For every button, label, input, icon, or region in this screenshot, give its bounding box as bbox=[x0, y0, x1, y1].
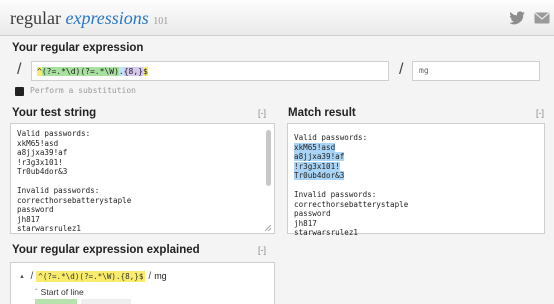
test-line: xkM65!asd bbox=[17, 138, 59, 148]
test-string-textarea[interactable]: Valid passwords: xkM65!asd a8jjxa39!af !… bbox=[10, 123, 275, 234]
resize-grip-icon[interactable] bbox=[263, 223, 272, 232]
match-result-title: Match result bbox=[288, 107, 356, 119]
token-quantifier: {8,} bbox=[123, 67, 143, 76]
match-result-collapse-button[interactable]: [-] bbox=[536, 108, 544, 118]
test-line: Invalid passwords: bbox=[17, 186, 100, 195]
result-line: jh817 bbox=[294, 218, 317, 228]
result-line: correcthorsebatterystaple bbox=[294, 199, 409, 209]
test-line bbox=[17, 177, 131, 187]
token-anchor-end: $ bbox=[142, 67, 148, 76]
result-line-match: xkM65!asd bbox=[294, 142, 408, 153]
test-string-collapse-button[interactable]: [-] bbox=[258, 108, 266, 118]
logo-version: 101 bbox=[153, 16, 169, 27]
test-line: Valid passwords: bbox=[17, 129, 91, 138]
match-result-lines: Valid passwords: xkM65!asd a8jjxa39!af !… bbox=[294, 133, 408, 238]
test-line: password bbox=[17, 205, 54, 214]
test-line: correcthorsebatterystaple bbox=[17, 195, 132, 205]
substitution-checkbox[interactable] bbox=[15, 87, 24, 96]
top-bar: regular expressions 101 bbox=[0, 0, 554, 36]
explanation-next-text bbox=[81, 299, 131, 304]
explain-open-delimiter: / bbox=[30, 271, 34, 282]
explain-close-delimiter: / bbox=[148, 271, 152, 282]
test-line: jh817 bbox=[17, 214, 40, 224]
result-line: Valid passwords: bbox=[294, 133, 368, 142]
explain-pattern: ^(?=.*\d)(?=.*\W).{8,}$ bbox=[36, 271, 146, 282]
explain-flags: mg bbox=[154, 271, 167, 281]
substitution-label[interactable]: Perform a substitution bbox=[30, 86, 136, 95]
site-logo[interactable]: regular expressions 101 bbox=[10, 8, 168, 29]
match-highlight: a8jjxa39!af bbox=[294, 152, 345, 161]
explained-title: Your regular expression explained bbox=[12, 244, 200, 256]
test-line: a8jjxa39!af bbox=[17, 148, 68, 157]
result-line: starwarsrulez1 bbox=[294, 228, 359, 237]
token-any-char: . bbox=[118, 67, 124, 76]
explanation-tree: ▲ / ^(?=.*\d)(?=.*\W).{8,}$ / mg ˆ Start of … bbox=[10, 262, 275, 304]
explanation-next-token bbox=[35, 299, 77, 304]
result-line-match: !r3g3x101! bbox=[294, 161, 408, 172]
match-highlight: xkM65!asd bbox=[294, 142, 336, 152]
logo-regular: regular bbox=[10, 8, 61, 28]
result-line: password bbox=[294, 209, 331, 218]
explanation-root[interactable]: ▲ / ^(?=.*\d)(?=.*\W).{8,}$ / mg bbox=[19, 271, 167, 282]
regex-input[interactable]: ^(?=.*\d)(?=.*\W).{8,}$ bbox=[31, 61, 389, 81]
regex-section-title: Your regular expression bbox=[12, 42, 144, 54]
regex-open-delimiter: / bbox=[17, 61, 22, 78]
caret-up-icon: ˆ bbox=[35, 288, 38, 297]
result-line: Invalid passwords: bbox=[294, 190, 377, 199]
flags-value: mg bbox=[419, 66, 429, 75]
test-string-title: Your test string bbox=[12, 107, 97, 119]
envelope-icon[interactable] bbox=[534, 12, 550, 24]
explanation-item-label: Start of line bbox=[40, 287, 84, 297]
match-highlight: Tr0ub4dor&3 bbox=[294, 171, 345, 180]
test-line: Tr0ub4dor&3 bbox=[17, 167, 68, 176]
test-line: starwarsrulez1 bbox=[17, 224, 82, 233]
logo-expressions: expressions bbox=[65, 8, 149, 28]
expand-triangle-icon[interactable]: ▲ bbox=[19, 274, 25, 280]
test-string-lines: Valid passwords: xkM65!asd a8jjxa39!af !… bbox=[17, 129, 131, 234]
textarea-scrollbar[interactable] bbox=[266, 130, 271, 186]
explanation-item[interactable]: ˆ Start of line bbox=[35, 287, 84, 297]
match-highlight: !r3g3x101! bbox=[294, 161, 340, 171]
result-line-match: Tr0ub4dor&3 bbox=[294, 171, 408, 181]
flags-input[interactable]: mg bbox=[412, 61, 540, 81]
regex-close-delimiter: / bbox=[399, 61, 404, 78]
twitter-bird-icon[interactable] bbox=[508, 10, 526, 26]
explained-collapse-button[interactable]: [-] bbox=[258, 245, 266, 255]
test-line: !r3g3x101! bbox=[17, 157, 63, 167]
match-result-panel: Valid passwords: xkM65!asd a8jjxa39!af !… bbox=[287, 123, 545, 237]
token-lookahead-digit: (?=.*\d) bbox=[41, 67, 81, 76]
result-line bbox=[294, 181, 408, 191]
token-lookahead-nonword: (?=.*\W) bbox=[80, 67, 119, 76]
regex-pattern[interactable]: ^(?=.*\d)(?=.*\W).{8,}$ bbox=[35, 66, 150, 78]
result-line-match: a8jjxa39!af bbox=[294, 152, 408, 162]
